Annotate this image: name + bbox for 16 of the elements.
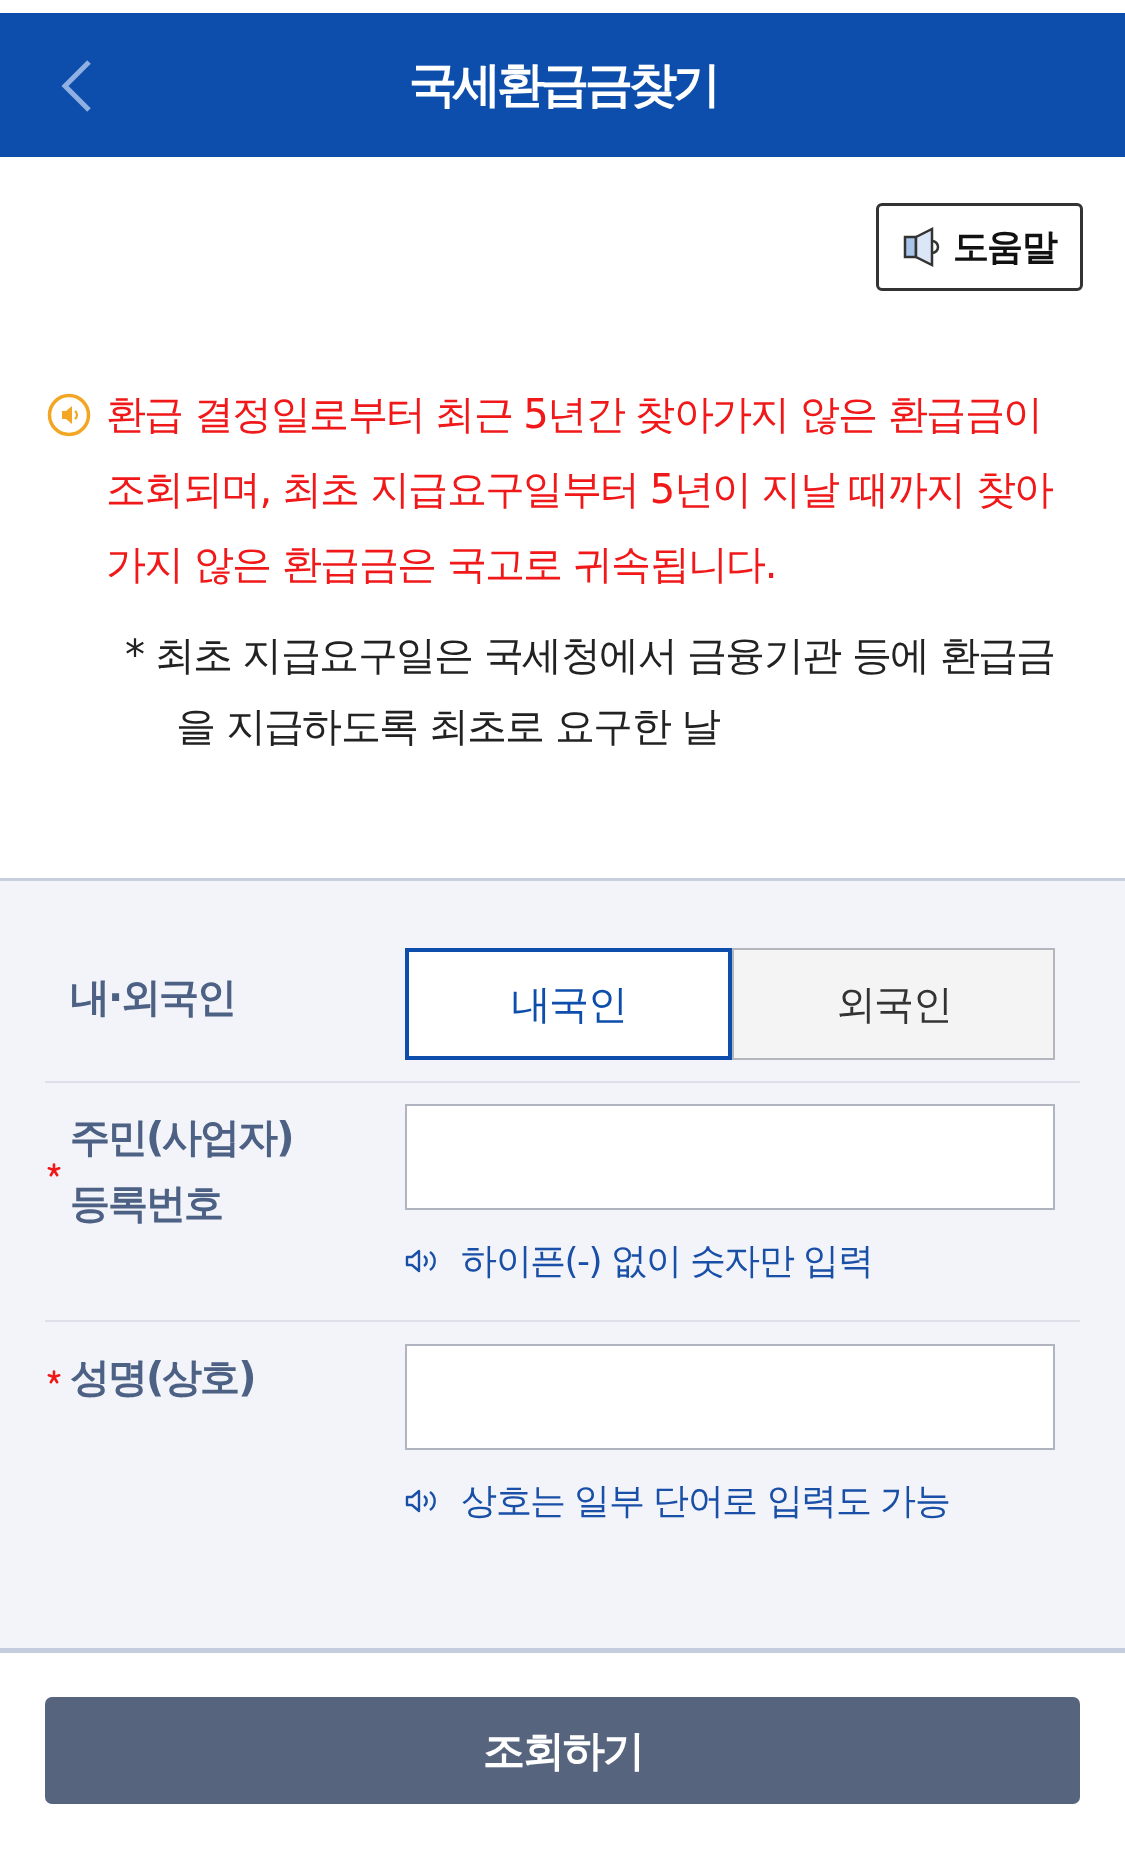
input-field[interactable] (405, 1104, 1055, 1210)
back-chevron-icon (60, 59, 92, 113)
page-title: 국세환급금찾기 (408, 55, 717, 114)
field-label: 성명(상호) (70, 1353, 255, 1402)
notice-text: 환급 결정일로부터 최근 5년간 찾아가지 않은 환급금이 조회되며, 최초 지급요구일부터 5년이 지날 때까지 찾아가지 않은 환급금은 국고로 귀속됩니다. (106, 390, 1054, 589)
note-text: * 최초 지급요구일은 국세청에서 금융기관 등에 환급금을 지급하도록 최초로 요구한 날 (125, 631, 1056, 751)
hint-text: 상호는 일부 단어로 입력도 가능 (461, 1479, 950, 1523)
segment-option[interactable]: 내국인 (405, 948, 732, 1060)
notice-speaker-icon (47, 393, 91, 437)
field-label: 내·외국인 (70, 973, 236, 1022)
hint-text: 하이픈(-) 없이 숫자만 입력 (461, 1239, 873, 1283)
segment-option[interactable]: 외국인 (732, 948, 1055, 1060)
help-button[interactable]: 도움말 (876, 203, 1083, 291)
search-button[interactable]: 조회하기 (45, 1697, 1080, 1804)
field-label: 주민(사업자) 등록번호 (70, 1113, 294, 1228)
input-field[interactable] (405, 1344, 1055, 1450)
